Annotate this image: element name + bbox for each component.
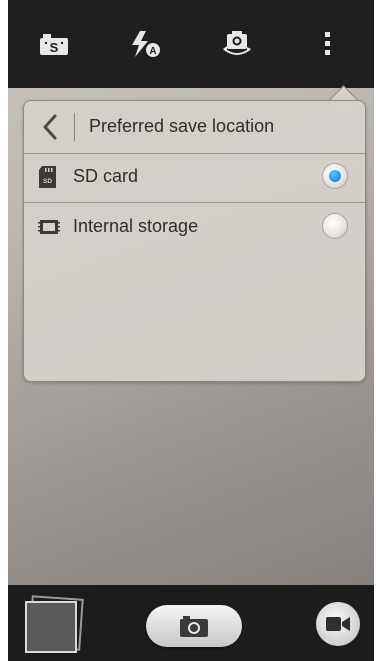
camera-icon [180,616,208,637]
svg-text:A: A [150,46,157,57]
sd-card-icon: SD [39,166,56,188]
option-label: SD card [73,166,139,186]
radio-dot [329,170,341,182]
popup-title: Preferred save location [89,116,275,136]
radio-unselected[interactable] [323,214,347,238]
switch-camera-icon [222,31,251,55]
shooting-mode-button[interactable]: S [30,20,78,68]
video-camera-icon [326,617,350,631]
popup-header: Preferred save location [24,101,365,154]
option-sd-card[interactable]: SD SD card [24,153,365,203]
option-internal-storage[interactable]: Internal storage [24,203,365,252]
option-label: Internal storage [73,216,199,236]
bottom-toolbar [8,585,374,661]
back-icon[interactable] [34,111,66,143]
svg-text:SD: SD [43,178,52,185]
chip-icon [38,220,60,234]
more-options-icon [325,32,331,55]
gallery-thumbnail[interactable] [25,601,77,653]
flash-auto-icon: A [132,31,161,57]
header-divider [74,113,75,141]
camera-viewfinder[interactable]: S A Preferred save location SD SD card I… [8,0,374,661]
radio-selected[interactable] [323,164,347,188]
switch-camera-button[interactable] [213,20,261,68]
shooting-mode-icon: S [39,34,68,55]
more-options-button[interactable] [304,20,352,68]
svg-text:S: S [49,40,58,55]
save-location-popup: Preferred save location SD SD card Inter… [23,100,366,382]
flash-button[interactable]: A [121,20,169,68]
shutter-button[interactable] [146,605,242,647]
top-toolbar: S A [8,0,374,88]
record-video-button[interactable] [316,602,360,646]
